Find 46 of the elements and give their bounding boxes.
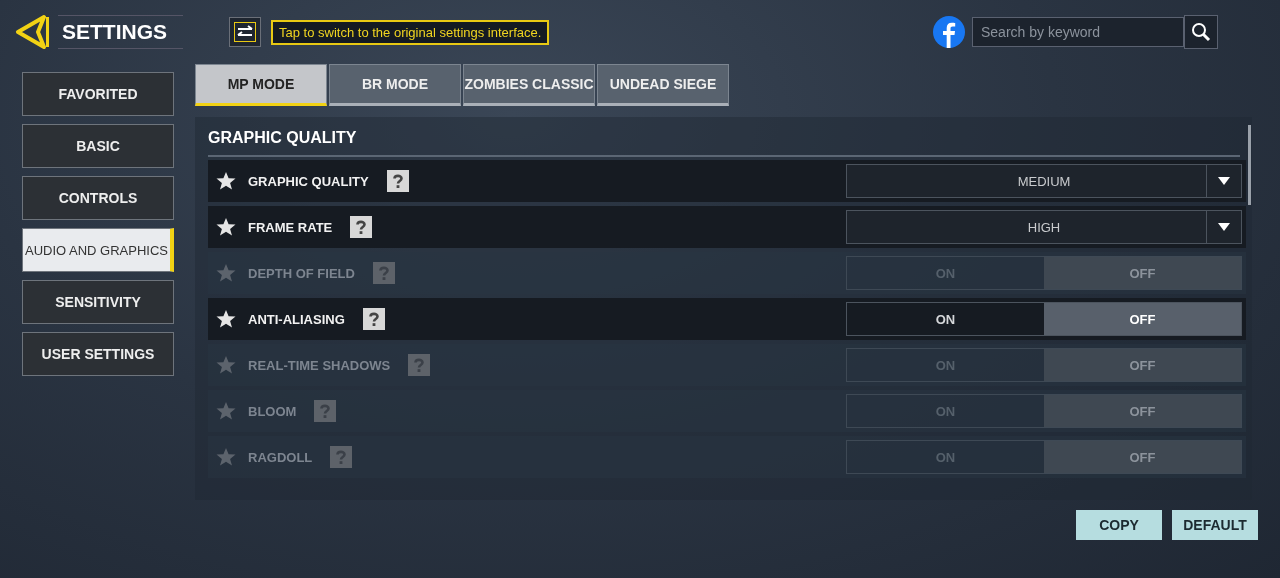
back-arrow-icon[interactable]	[14, 15, 50, 49]
help-icon[interactable]	[350, 216, 373, 238]
settings-title: SETTINGS	[58, 15, 183, 49]
mode-tab[interactable]: ZOMBIES CLASSIC	[463, 64, 595, 106]
star-icon[interactable]	[216, 263, 236, 283]
setting-label: FRAME RATE	[248, 219, 333, 235]
mode-tab[interactable]: UNDEAD SIEGE	[597, 64, 729, 106]
section-heading: GRAPHIC QUALITY	[208, 117, 1240, 157]
footer-button[interactable]: DEFAULT	[1172, 510, 1258, 540]
facebook-icon[interactable]	[932, 15, 966, 49]
setting-label: REAL-TIME SHADOWS	[248, 357, 391, 373]
footer-button[interactable]: COPY	[1076, 510, 1162, 540]
sidebar-item[interactable]: USER SETTINGS	[22, 332, 174, 376]
help-icon[interactable]	[362, 308, 385, 330]
setting-label: BLOOM	[248, 403, 297, 419]
help-icon[interactable]	[386, 170, 409, 192]
setting-label: GRAPHIC QUALITY	[248, 173, 369, 189]
caret-icon	[1218, 177, 1230, 185]
search-icon	[1191, 22, 1211, 42]
sidebar-item[interactable]: AUDIO AND GRAPHICS	[22, 228, 174, 272]
sidebar-item[interactable]: SENSITIVITY	[22, 280, 174, 324]
star-icon[interactable]	[216, 309, 236, 329]
search-field[interactable]: Search by keyword	[972, 17, 1184, 47]
tooltip: Tap to switch to the original settings interface.	[271, 19, 550, 45]
dropdown[interactable]: MEDIUM	[846, 164, 1242, 198]
star-icon[interactable]	[216, 217, 236, 237]
sidebar-item[interactable]: FAVORITED	[22, 72, 174, 116]
mode-tab[interactable]: BR MODE	[329, 64, 461, 106]
scrollbar[interactable]	[1248, 125, 1251, 205]
star-icon[interactable]	[216, 447, 236, 467]
caret-icon	[1218, 223, 1230, 231]
switch-interface-button[interactable]	[229, 17, 261, 47]
star-icon[interactable]	[216, 355, 236, 375]
star-icon[interactable]	[216, 171, 236, 191]
setting-label: DEPTH OF FIELD	[248, 265, 355, 281]
setting-label: RAGDOLL	[248, 449, 313, 465]
dropdown[interactable]: HIGH	[846, 210, 1242, 244]
toggle-option[interactable]: OFF	[1044, 303, 1241, 335]
sidebar-item[interactable]: BASIC	[22, 124, 174, 168]
swap-arrows-icon	[234, 22, 256, 42]
sidebar-item[interactable]: CONTROLS	[22, 176, 174, 220]
setting-label: ANTI-ALIASING	[248, 311, 345, 327]
search-button[interactable]	[1184, 15, 1218, 49]
toggle-option[interactable]: ON	[847, 303, 1044, 335]
star-icon[interactable]	[216, 401, 236, 421]
mode-tab[interactable]: MP MODE	[195, 64, 327, 106]
